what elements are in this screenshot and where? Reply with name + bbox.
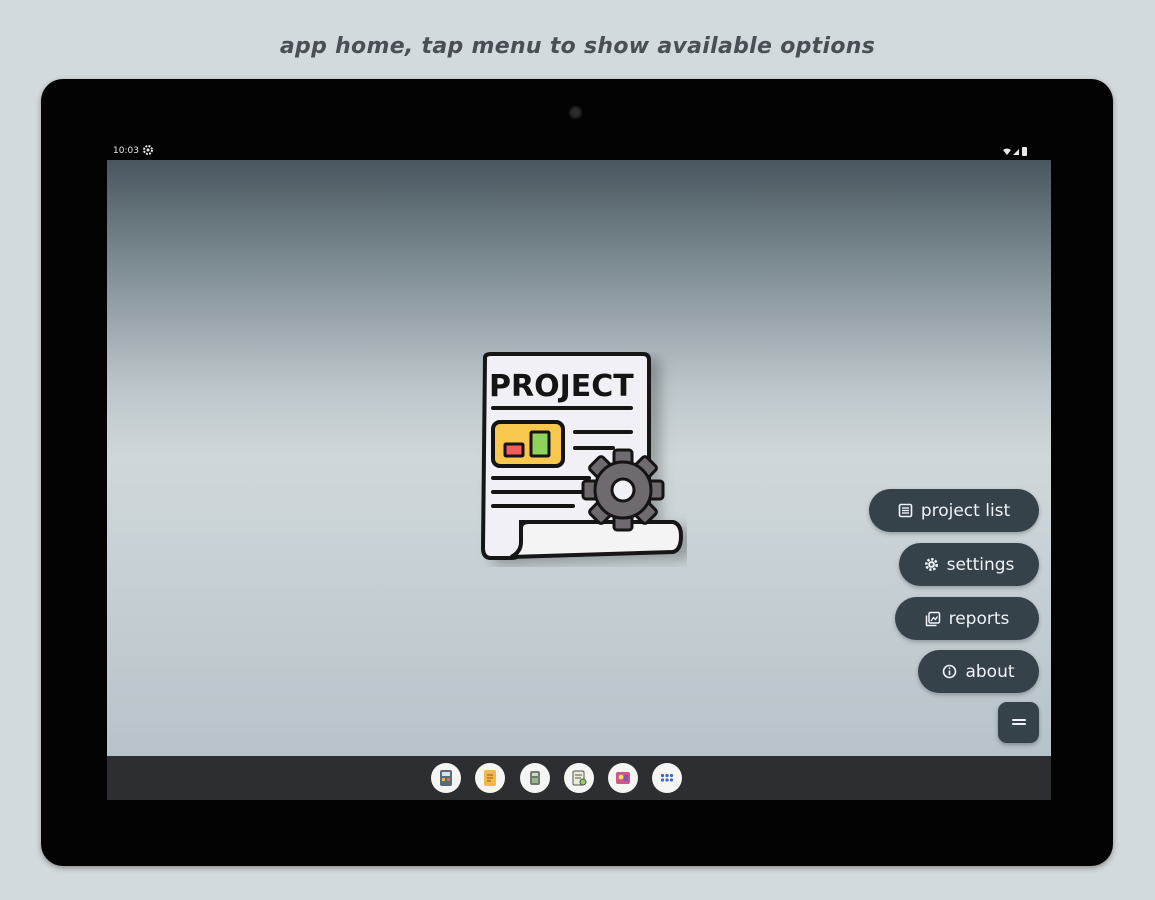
taskbar [107, 756, 1051, 800]
status-indicators [1003, 147, 1027, 156]
menu-item-label: project list [920, 500, 1011, 521]
info-icon [943, 664, 957, 679]
gear-icon [924, 558, 938, 571]
front-camera [569, 106, 582, 119]
status-time: 10:03 [113, 146, 139, 156]
reports-icon [925, 611, 940, 626]
media-app-icon[interactable] [608, 763, 638, 793]
screenshot-caption: app home, tap menu to show available opt… [279, 34, 876, 59]
menu-item-label: settings [946, 554, 1015, 575]
logo-gear [581, 448, 665, 532]
tablet-frame: 10:03 PROJECT project list settings repo… [41, 79, 1113, 866]
menu-item-settings[interactable]: settings [899, 543, 1039, 586]
logo-label: PROJECT [489, 369, 634, 404]
menu-item-label: about [965, 661, 1015, 682]
menu-item-about[interactable]: about [918, 650, 1039, 693]
wifi-icon [1003, 148, 1011, 155]
signal-icon [1013, 149, 1019, 155]
menu-icon [1011, 718, 1026, 725]
status-gear-icon [143, 145, 153, 155]
project-logo-icon: PROJECT [480, 352, 684, 560]
app-home-screen: PROJECT project list settings reports ab… [107, 160, 1051, 756]
status-bar: 10:03 [107, 143, 1051, 160]
menu-item-label: reports [948, 608, 1010, 629]
menu-item-project-list[interactable]: project list [869, 489, 1039, 532]
battery-icon [1022, 147, 1027, 156]
storage-app-icon[interactable] [520, 763, 550, 793]
menu-item-reports[interactable]: reports [895, 597, 1039, 640]
app-drawer-icon[interactable] [652, 763, 682, 793]
list-icon [898, 503, 913, 518]
calculator-app-icon[interactable] [431, 763, 461, 793]
notes-app-icon[interactable] [475, 763, 505, 793]
menu-toggle-button[interactable] [998, 702, 1039, 743]
document-app-icon[interactable] [564, 763, 594, 793]
